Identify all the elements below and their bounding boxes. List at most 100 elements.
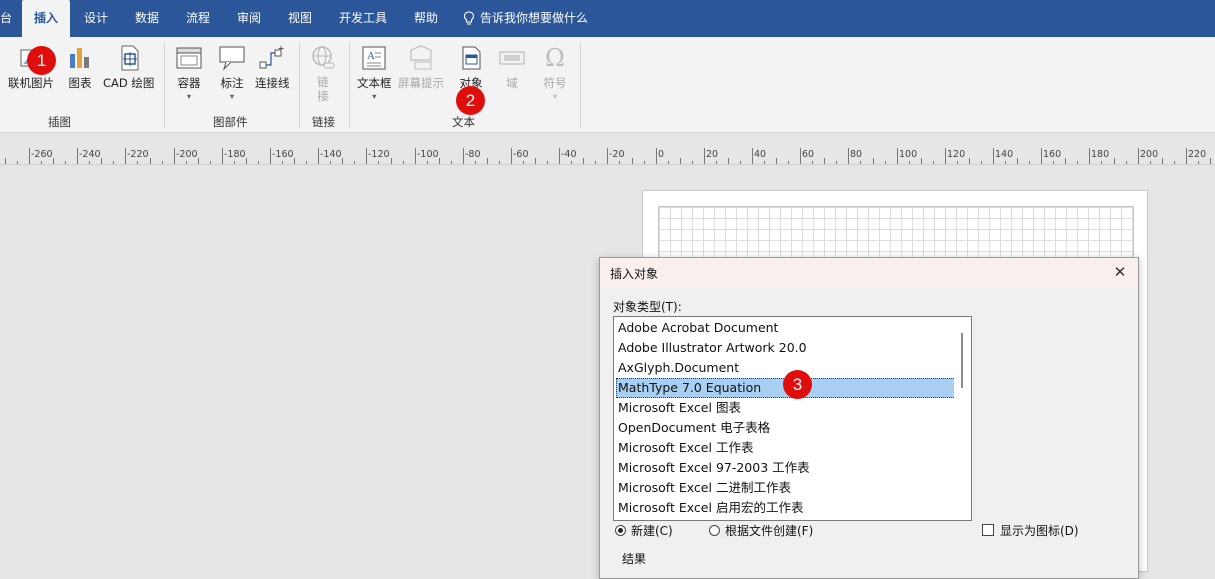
list-item[interactable]: Adobe Acrobat Document [616,318,956,338]
list-item[interactable]: Microsoft Excel 工作表 [616,438,956,458]
ruler-minor-tick [5,158,6,164]
radio-unselected-icon [709,525,720,536]
radio-selected-icon [615,525,626,536]
ruler-major-tick [1089,148,1090,164]
ruler-label: 40 [754,149,767,160]
container-icon [175,44,203,72]
ruler-minor-tick [1150,161,1151,164]
textbox-button[interactable]: A 文本框 ▾ [357,44,392,101]
ruler-minor-tick [644,161,645,164]
ruler-minor-tick [294,158,295,164]
radio-create-new[interactable]: 新建(C) [615,522,673,539]
ruler-label: 140 [995,149,1014,160]
list-item[interactable]: Microsoft Excel 图表 [616,398,956,418]
close-icon[interactable]: ✕ [1110,262,1130,282]
list-item[interactable]: OpenDocument 电子表格 [616,418,956,438]
ruler-label: -100 [417,149,439,160]
tab-data[interactable]: 数据 [135,0,159,37]
insert-object-dialog: 插入对象 ✕ 对象类型(T): Adobe Acrobat Document A… [599,257,1139,579]
chevron-down-icon: ▾ [552,92,557,101]
ruler-minor-tick [427,161,428,164]
ruler-minor-tick [137,161,138,164]
ruler-minor-tick [692,161,693,164]
container-button[interactable]: 容器 ▾ [175,44,203,101]
tell-me-box[interactable]: 告诉我你想要做什么 [463,0,588,37]
list-item[interactable]: Microsoft Excel 二进制工作表 [616,478,956,498]
object-type-list[interactable]: Adobe Acrobat Document Adobe Illustrator… [613,316,972,521]
cad-drawing-icon [115,44,143,72]
cad-drawing-button[interactable]: CAD 绘图 [103,44,154,91]
list-scrollbar[interactable] [954,317,971,520]
ruler-minor-tick [969,158,970,164]
tab-view[interactable]: 视图 [288,0,312,37]
ruler-minor-tick [451,161,452,164]
list-item[interactable]: Microsoft Excel 启用宏的工作表 [616,498,956,518]
ruler-major-tick [174,148,175,164]
tell-me-text: 告诉我你想要做什么 [480,11,589,25]
field-button[interactable]: 域 [498,44,526,91]
callout-button[interactable]: 标注 ▾ [218,44,246,101]
group-label-illustrations: 插图 [48,115,71,129]
chart-label: 图表 [68,76,92,90]
screentip-button[interactable]: 屏幕提示 [398,44,444,91]
ruler-minor-tick [632,158,633,164]
ruler-minor-tick [583,158,584,164]
chart-button[interactable]: 图表 [66,44,94,91]
ruler-major-tick [752,148,753,164]
ruler-minor-tick [439,158,440,164]
ruler-minor-tick [909,161,910,164]
group-label-links: 链接 [312,115,335,129]
callout-icon [218,44,246,72]
ruler-major-tick [800,148,801,164]
tab-review[interactable]: 审阅 [237,0,261,37]
link-button[interactable]: 链接 [309,44,337,103]
symbol-button[interactable]: Ω 符号 ▾ [541,44,569,101]
object-button[interactable]: 对象 [457,44,485,91]
ruler-minor-tick [162,161,163,164]
group-label-diagram-parts: 图部件 [213,115,248,129]
show-as-icon-checkbox[interactable]: 显示为图标(D) [982,522,1079,539]
ribbon-insert: 联机图片 图表 CAD 绘图 插图 容器 ▾ 标注 ▾ 连接线 图部件 链 接 … [0,37,1215,133]
list-item[interactable]: Microsoft Excel 97-2003 工作表 [616,458,956,478]
ruler-major-tick [1138,148,1139,164]
connector-button[interactable]: 连接线 [255,44,290,91]
ruler-major-tick [1041,148,1042,164]
ruler-label: -200 [176,149,198,160]
ruler-major-tick [77,148,78,164]
tab-insert[interactable]: 插入 [22,0,70,37]
ruler-major-tick [993,148,994,164]
ruler-label: -20 [609,149,625,160]
ruler-label: -140 [320,149,342,160]
callout-label: 标注 [220,76,244,90]
ruler-minor-tick [740,161,741,164]
ruler-minor-tick [342,158,343,164]
list-item[interactable]: Adobe Illustrator Artwork 20.0 [616,338,956,358]
chevron-down-icon: ▾ [372,92,377,101]
ruler-minor-tick [282,161,283,164]
screentip-label: 屏幕提示 [398,76,444,90]
tab-help[interactable]: 帮助 [414,0,438,37]
tab-developer[interactable]: 开发工具 [339,0,387,37]
ruler-minor-tick [246,158,247,164]
tab-process[interactable]: 流程 [186,0,210,37]
ruler-minor-tick [523,161,524,164]
ruler-label: -160 [272,149,294,160]
textbox-icon: A [360,44,388,72]
ruler-minor-tick [1210,158,1211,164]
ruler-minor-tick [1017,158,1018,164]
radio-create-from-file[interactable]: 根据文件创建(F) [709,522,813,539]
step-marker-2: 2 [456,86,485,115]
ruler-minor-tick [547,161,548,164]
ruler-label: 20 [706,149,719,160]
ruler-minor-tick [1029,161,1030,164]
tab-design[interactable]: 设计 [84,0,108,37]
ruler-label: 180 [1091,149,1110,160]
ruler-minor-tick [378,161,379,164]
ruler-major-tick [848,148,849,164]
ruler-major-tick [270,148,271,164]
ruler-minor-tick [499,161,500,164]
tab-partial[interactable]: 台 [0,0,14,37]
dialog-title-bar: 插入对象 ✕ [600,258,1138,288]
globe-link-icon [309,44,337,72]
scrollbar-thumb[interactable] [961,333,963,388]
